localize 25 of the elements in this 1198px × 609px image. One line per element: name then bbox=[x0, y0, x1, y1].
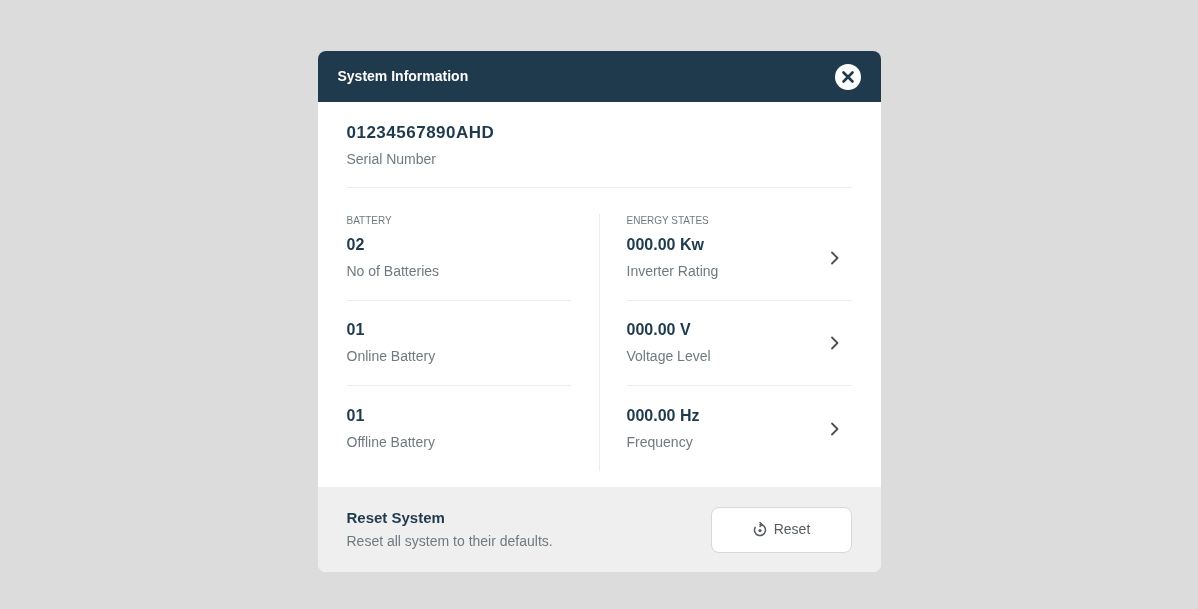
stat-label: Frequency bbox=[626, 432, 694, 452]
chevron-right-icon[interactable] bbox=[829, 336, 840, 350]
section-heading: BATTERY bbox=[346, 214, 393, 228]
stat-value: 02 bbox=[346, 235, 366, 255]
stat-value: 01 bbox=[346, 320, 366, 340]
close-icon[interactable] bbox=[834, 63, 861, 90]
stat-value: 000.00 V bbox=[626, 320, 692, 340]
reset-icon bbox=[751, 521, 768, 538]
chevron-right-icon[interactable] bbox=[829, 421, 840, 436]
stat-value: 000.00 Hz bbox=[626, 405, 700, 426]
section-heading: ENERGY STATES bbox=[626, 214, 710, 228]
stat-label: No of Batteries bbox=[346, 262, 440, 281]
stat-label: Voltage Level bbox=[626, 347, 711, 366]
serial-value: 01234567890AHD bbox=[346, 122, 496, 144]
reset-title: Reset System bbox=[346, 508, 446, 528]
chevron-right-icon[interactable] bbox=[829, 251, 840, 265]
stat-label: Online Battery bbox=[346, 347, 436, 366]
dialog-title: System Information bbox=[337, 67, 469, 86]
reset-description: Reset all system to their defaults. bbox=[346, 532, 553, 551]
reset-button[interactable]: Reset bbox=[710, 506, 852, 553]
stat-value: 01 bbox=[346, 405, 366, 426]
stat-label: Offline Battery bbox=[346, 432, 435, 452]
serial-label: Serial Number bbox=[346, 150, 437, 169]
stat-label: Inverter Rating bbox=[626, 262, 719, 281]
stat-value: 000.00 Kw bbox=[626, 235, 705, 255]
